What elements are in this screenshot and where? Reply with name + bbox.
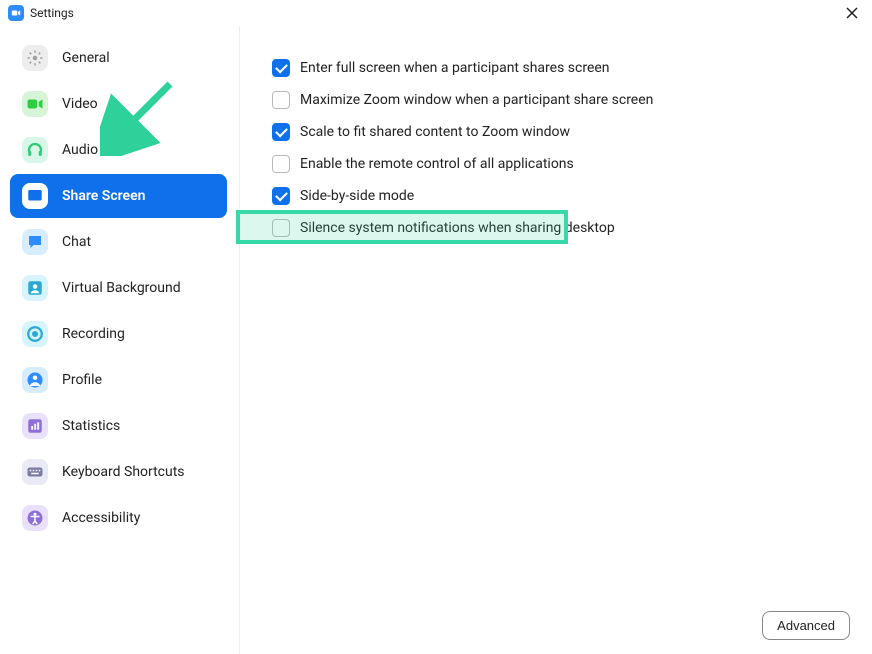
option-label: Side-by-side mode [300, 188, 414, 204]
sidebar-item-label: Audio [62, 142, 98, 158]
sidebar-item-virtual-background[interactable]: Virtual Background [10, 266, 227, 310]
profile-icon [22, 367, 48, 393]
keyboard-icon [22, 459, 48, 485]
option-label: Maximize Zoom window when a participant … [300, 92, 653, 108]
sidebar-item-profile[interactable]: Profile [10, 358, 227, 402]
option-row[interactable]: Enter full screen when a participant sha… [268, 56, 844, 80]
advanced-button[interactable]: Advanced [762, 611, 850, 640]
sidebar-item-label: Chat [62, 234, 91, 250]
sidebar-item-share-screen[interactable]: Share Screen [10, 174, 227, 218]
sidebar-item-label: Video [62, 96, 98, 112]
options-list: Enter full screen when a participant sha… [268, 56, 844, 240]
stats-icon [22, 413, 48, 439]
app-icon [8, 5, 24, 21]
sidebar-item-statistics[interactable]: Statistics [10, 404, 227, 448]
sidebar-item-label: Virtual Background [62, 280, 181, 296]
checkbox[interactable] [272, 155, 290, 173]
gear-icon [22, 45, 48, 71]
option-label: Silence system notifications when sharin… [300, 220, 615, 236]
sidebar-item-label: Recording [62, 326, 125, 342]
sidebar-item-general[interactable]: General [10, 36, 227, 80]
sidebar-item-video[interactable]: Video [10, 82, 227, 126]
option-row[interactable]: Scale to fit shared content to Zoom wind… [268, 120, 844, 144]
share-icon [22, 183, 48, 209]
sidebar-item-accessibility[interactable]: Accessibility [10, 496, 227, 540]
sidebar-item-label: Statistics [62, 418, 120, 434]
option-row[interactable]: Silence system notifications when sharin… [268, 216, 844, 240]
video-icon [22, 91, 48, 117]
headphones-icon [22, 137, 48, 163]
option-label: Enter full screen when a participant sha… [300, 60, 610, 76]
option-label: Scale to fit shared content to Zoom wind… [300, 124, 570, 140]
checkbox[interactable] [272, 187, 290, 205]
checkbox[interactable] [272, 123, 290, 141]
content-pane: Enter full screen when a participant sha… [240, 26, 872, 654]
checkbox[interactable] [272, 219, 290, 237]
option-row[interactable]: Maximize Zoom window when a participant … [268, 88, 844, 112]
option-row[interactable]: Side-by-side mode [268, 184, 844, 208]
sidebar-item-label: Accessibility [62, 510, 140, 526]
sidebar-item-label: General [62, 50, 110, 66]
sidebar-item-chat[interactable]: Chat [10, 220, 227, 264]
virtualbg-icon [22, 275, 48, 301]
sidebar-item-label: Profile [62, 372, 102, 388]
sidebar-item-label: Keyboard Shortcuts [62, 464, 185, 480]
window-title: Settings [30, 6, 74, 20]
sidebar-item-keyboard-shortcuts[interactable]: Keyboard Shortcuts [10, 450, 227, 494]
sidebar-item-label: Share Screen [62, 188, 145, 204]
checkbox[interactable] [272, 59, 290, 77]
close-icon[interactable] [842, 3, 862, 23]
footer: Advanced [762, 611, 850, 640]
option-label: Enable the remote control of all applica… [300, 156, 574, 172]
record-icon [22, 321, 48, 347]
sidebar: General Video Audio Share Screen Chat Virtual… [0, 26, 240, 654]
accessibility-icon [22, 505, 48, 531]
titlebar: Settings [0, 0, 872, 26]
sidebar-item-audio[interactable]: Audio [10, 128, 227, 172]
sidebar-item-recording[interactable]: Recording [10, 312, 227, 356]
checkbox[interactable] [272, 91, 290, 109]
option-row[interactable]: Enable the remote control of all applica… [268, 152, 844, 176]
titlebar-left: Settings [8, 5, 74, 21]
main-container: General Video Audio Share Screen Chat Virtual… [0, 26, 872, 654]
chat-icon [22, 229, 48, 255]
